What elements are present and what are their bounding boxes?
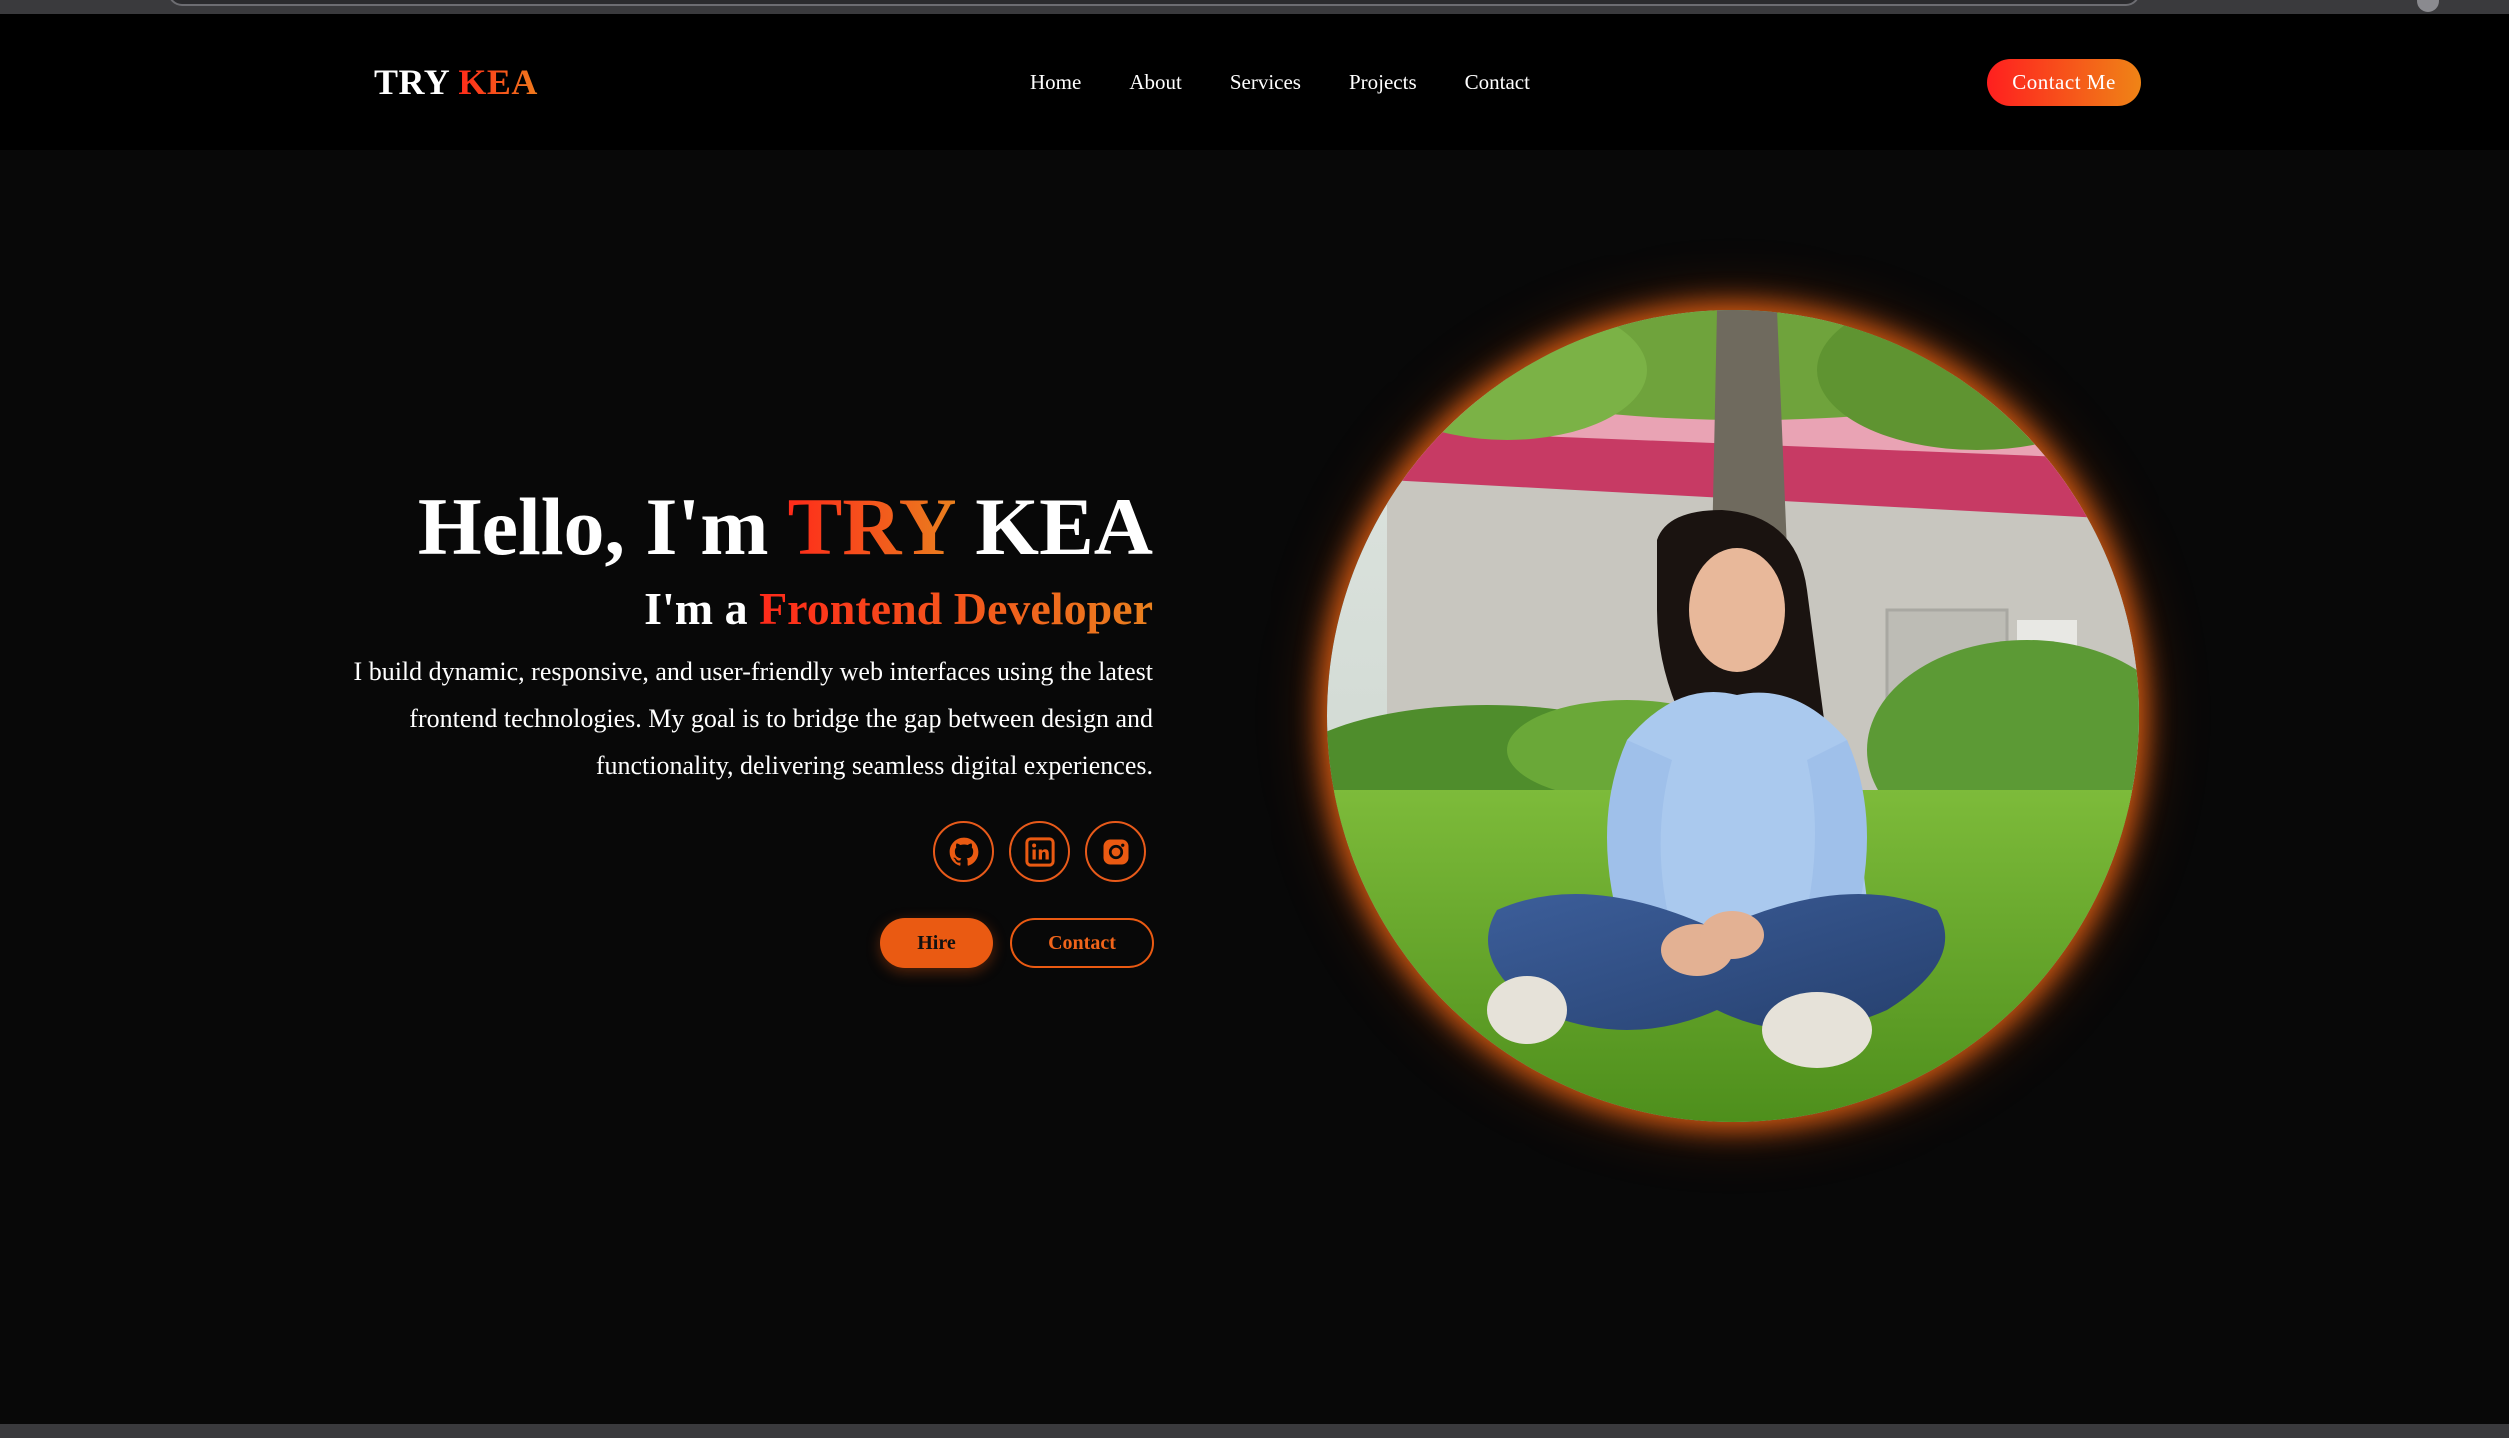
logo[interactable]: TRY KEA	[374, 61, 538, 103]
instagram-icon	[1103, 839, 1128, 864]
nav-links: Home About Services Projects Contact	[1030, 70, 1530, 95]
contact-me-button[interactable]: Contact Me	[1987, 59, 2141, 106]
github-link[interactable]	[933, 821, 994, 882]
hero-subtitle: I'm a Frontend Developer	[333, 582, 1153, 636]
logo-first: TRY	[374, 62, 449, 102]
navbar: TRY KEA Home About Services Projects Con…	[0, 14, 2509, 150]
nav-projects[interactable]: Projects	[1349, 70, 1417, 95]
role-title: Frontend Developer	[759, 583, 1153, 634]
social-links	[933, 821, 1146, 882]
browser-bottom-bar	[0, 1424, 2509, 1438]
hire-button[interactable]: Hire	[880, 918, 993, 968]
hero-title: Hello, I'm TRY KEA	[333, 480, 1153, 574]
role-prefix: I'm a	[644, 583, 748, 634]
nav-services[interactable]: Services	[1230, 70, 1301, 95]
profile-photo	[1327, 310, 2139, 1122]
nav-home[interactable]: Home	[1030, 70, 1081, 95]
browser-top-bar	[0, 0, 2509, 14]
contact-button[interactable]: Contact	[1010, 918, 1154, 968]
hero-name-first: TRY	[787, 481, 955, 572]
linkedin-icon	[1024, 836, 1055, 867]
profile-photo-illustration	[1327, 310, 2139, 1122]
page: TRY KEA Home About Services Projects Con…	[0, 0, 2509, 1438]
hero-description: I build dynamic, responsive, and user-fr…	[353, 657, 1153, 780]
github-icon	[949, 837, 978, 866]
hero-greeting: Hello, I'm	[417, 481, 769, 572]
linkedin-link[interactable]	[1009, 821, 1070, 882]
nav-about[interactable]: About	[1129, 70, 1182, 95]
nav-contact[interactable]: Contact	[1465, 70, 1530, 95]
hero-name-second: KEA	[975, 481, 1153, 572]
logo-second: KEA	[458, 62, 538, 102]
hero-text: Hello, I'm TRY KEA I'm a Frontend Develo…	[333, 480, 1153, 789]
instagram-link[interactable]	[1085, 821, 1146, 882]
profile-avatar[interactable]	[2417, 0, 2439, 12]
address-bar[interactable]	[168, 0, 2140, 6]
